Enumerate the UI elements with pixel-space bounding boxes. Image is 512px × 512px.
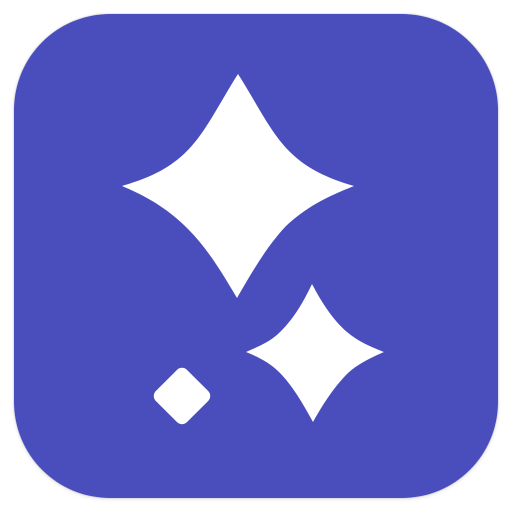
icon-canvas: [0, 0, 512, 512]
sparkles-icon: [14, 14, 498, 498]
app-icon[interactable]: [14, 14, 498, 498]
